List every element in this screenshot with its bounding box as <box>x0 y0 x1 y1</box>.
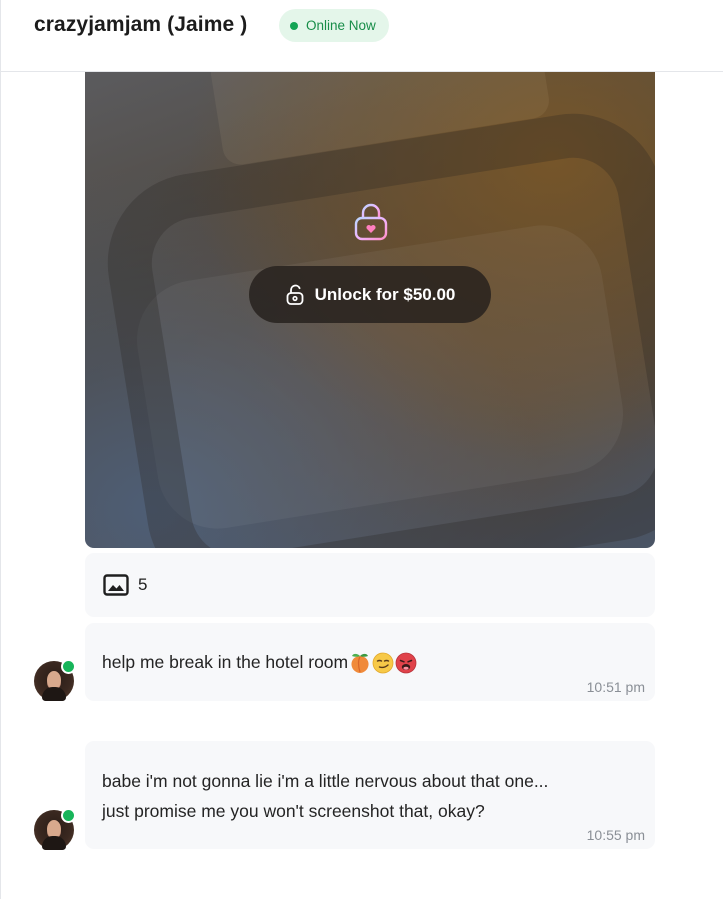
online-indicator-icon <box>61 659 76 674</box>
chat-window: crazyjamjam (Jaime ) Online Now Unlock f… <box>0 0 723 899</box>
unlock-button[interactable]: Unlock for $50.00 <box>249 266 491 323</box>
avatar[interactable] <box>34 808 76 850</box>
peach-emoji-icon <box>351 654 369 674</box>
online-status-badge: Online Now <box>279 9 389 42</box>
message-bubble: help me break in the hotel room 10:51 pm <box>85 623 655 701</box>
chat-header: crazyjamjam (Jaime ) Online Now <box>1 0 723 72</box>
message-text-line: babe i'm not gonna lie i'm a little nerv… <box>102 771 549 791</box>
unlock-label: Unlock for $50.00 <box>314 284 456 304</box>
drooling-emoji-icon <box>395 652 417 674</box>
photo-count: 5 <box>138 575 148 594</box>
image-icon <box>103 574 129 596</box>
avatar[interactable] <box>34 659 76 701</box>
locked-heart-icon <box>354 203 388 241</box>
smirk-emoji-icon <box>372 652 394 674</box>
message-timestamp: 10:51 pm <box>586 679 645 695</box>
message-text-line: just promise me you won't screenshot tha… <box>102 801 485 821</box>
online-status-text: Online Now <box>306 18 376 33</box>
online-dot-icon <box>290 21 298 30</box>
media-count-bar: 5 <box>85 553 655 617</box>
message-bubble: babe i'm not gonna lie i'm a little nerv… <box>85 741 655 849</box>
online-indicator-icon <box>61 808 76 823</box>
chat-title[interactable]: crazyjamjam (Jaime ) <box>34 13 247 37</box>
message-text: help me break in the hotel room <box>102 647 417 677</box>
locked-media-preview[interactable]: Unlock for $50.00 <box>85 72 655 548</box>
unlock-icon <box>286 284 304 305</box>
message-timestamp: 10:55 pm <box>586 827 645 843</box>
